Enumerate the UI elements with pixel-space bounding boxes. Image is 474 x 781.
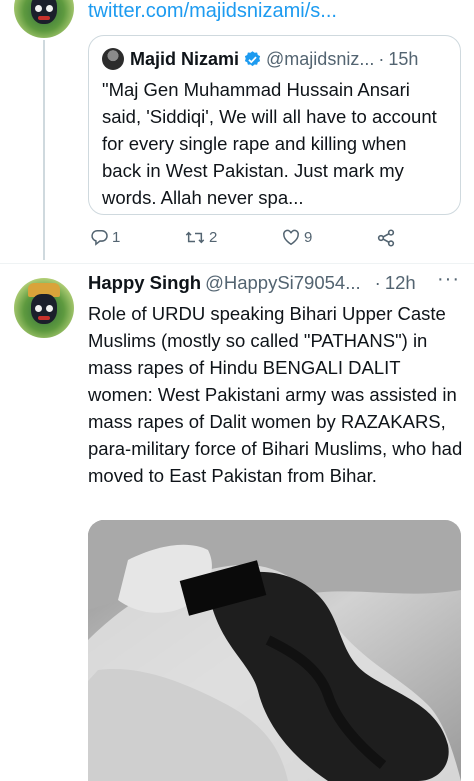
tweet-text: Role of URDU speaking Bihari Upper Caste… — [88, 303, 463, 486]
like-button[interactable]: 9 — [281, 228, 312, 247]
author-avatar-top[interactable] — [14, 0, 74, 38]
retweet-count: 2 — [209, 229, 218, 246]
thread-connector-line — [43, 40, 45, 260]
quoted-author-handle[interactable]: @majidsniz... — [266, 49, 374, 70]
quoted-tweet-header: Majid Nizami @majidsniz... · 15h — [102, 46, 447, 72]
tweet-actions-bar: 1 2 9 — [88, 228, 461, 254]
tweet-link[interactable]: twitter.com/majidsnizami/s... — [88, 0, 337, 23]
verified-badge-icon — [244, 50, 261, 66]
quoted-tweet-card[interactable]: Majid Nizami @majidsniz... · 15h "Maj Ge… — [88, 35, 461, 215]
quoted-tweet-time[interactable]: 15h — [388, 49, 418, 70]
more-icon[interactable]: ··· — [437, 268, 460, 291]
photo-image — [88, 520, 461, 781]
tweet-divider — [0, 263, 474, 264]
header-separator: · — [374, 272, 381, 293]
share-button[interactable] — [376, 228, 399, 248]
tweet-time[interactable]: 12h — [385, 272, 416, 294]
quoted-author-avatar[interactable] — [102, 48, 124, 70]
tweet-media-image[interactable] — [88, 520, 461, 781]
tweet-header: Happy Singh @HappySi79054... · 12h ··· — [88, 268, 468, 294]
reply-count: 1 — [112, 229, 121, 246]
author-handle[interactable]: @HappySi79054... — [205, 272, 361, 294]
retweet-icon — [185, 231, 205, 244]
retweet-button[interactable]: 2 — [184, 228, 217, 247]
like-icon — [283, 229, 299, 246]
author-avatar[interactable] — [14, 278, 74, 338]
like-count: 9 — [304, 229, 313, 246]
reply-icon — [91, 230, 108, 246]
quoted-tweet-text: "Maj Gen Muhammad Hussain Ansari said, '… — [102, 79, 437, 208]
author-name[interactable]: Happy Singh — [88, 272, 201, 294]
header-separator: · — [378, 48, 385, 69]
reply-button[interactable]: 1 — [90, 228, 120, 247]
quoted-author-name[interactable]: Majid Nizami — [130, 49, 239, 70]
share-icon — [377, 229, 395, 247]
